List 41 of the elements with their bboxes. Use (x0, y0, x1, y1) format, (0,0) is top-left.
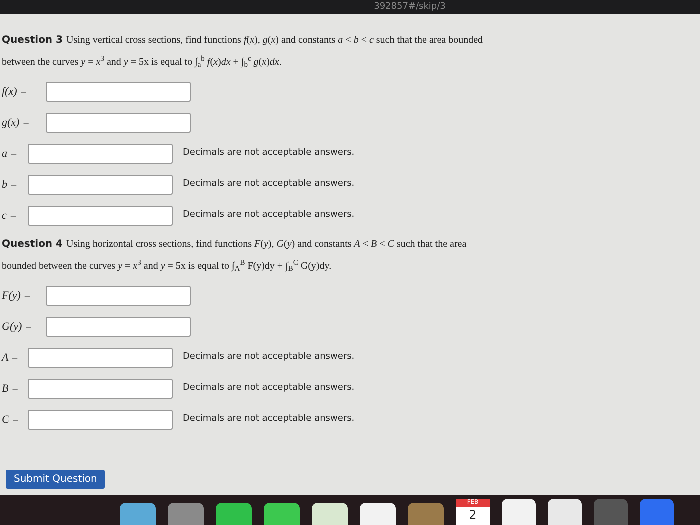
field-label: f(x) = (2, 84, 28, 100)
field-label: c = (2, 208, 18, 224)
field-label: a = (2, 146, 19, 162)
field-label: b = (2, 178, 19, 193)
answer-field[interactable] (46, 113, 191, 133)
field-label: G(y) = (2, 320, 34, 335)
field-label: A = (2, 350, 20, 366)
app-icon[interactable] (168, 503, 204, 525)
answer-field[interactable] (28, 206, 173, 226)
app-icon[interactable] (312, 503, 348, 525)
app-icon[interactable] (548, 499, 582, 525)
answer-field[interactable] (28, 144, 173, 164)
hint-text: Decimals are not acceptable answers. (183, 147, 355, 160)
field-label: F(y) = (2, 288, 32, 304)
hint-text: Decimals are not acceptable answers. (183, 413, 355, 426)
app-icon[interactable] (264, 503, 300, 525)
app-icon[interactable] (360, 503, 396, 525)
answer-field[interactable] (28, 379, 173, 399)
answer-field[interactable] (46, 82, 191, 102)
hint-text: Decimals are not acceptable answers. (183, 178, 355, 192)
hint-text: Decimals are not acceptable answers. (183, 351, 355, 364)
app-icon[interactable] (502, 499, 536, 525)
answer-field[interactable] (46, 286, 191, 306)
app-icon[interactable] (120, 503, 156, 525)
hint-text: Decimals are not acceptable answers. (183, 382, 355, 396)
app-icon[interactable] (216, 503, 252, 525)
hint-text: Decimals are not acceptable answers. (183, 209, 355, 222)
field-label: g(x) = (2, 116, 31, 131)
answer-field[interactable] (28, 410, 173, 430)
field-label: B = (2, 382, 20, 397)
question-text: Question 4 Using horizontal cross sections, find functions F(y), G(y) and constants A < B < C such that the area bounded between the curves y = x$^{3}$ and y = 5x is equal to ∫$_{A}$$^{B}$ F(y)dy + ∫$_{B}$$^{C}$ G(y)dy. (2, 238, 468, 275)
answer-field[interactable] (46, 317, 191, 337)
question-text: Question 3 Using vertical cross sections, find functions f(x), g(x) and constants a < b < c such that the area bounded between the curves y = x$^{3}$ and y = 5x is equal to ∫$_{a}$$^{b}$ f(x)dx + ∫$_{b}$$^{c}$ g(x)dx. (2, 34, 484, 71)
app-icon[interactable] (640, 499, 674, 525)
submit-button[interactable]: Submit Question (6, 470, 106, 489)
answer-field[interactable] (28, 175, 173, 195)
calendar-day: 2 (469, 507, 477, 523)
field-label: C = (2, 412, 21, 428)
answer-field[interactable] (28, 348, 173, 368)
app-icon[interactable] (408, 503, 444, 525)
url-text: 392857#/skip/3 (374, 1, 446, 14)
